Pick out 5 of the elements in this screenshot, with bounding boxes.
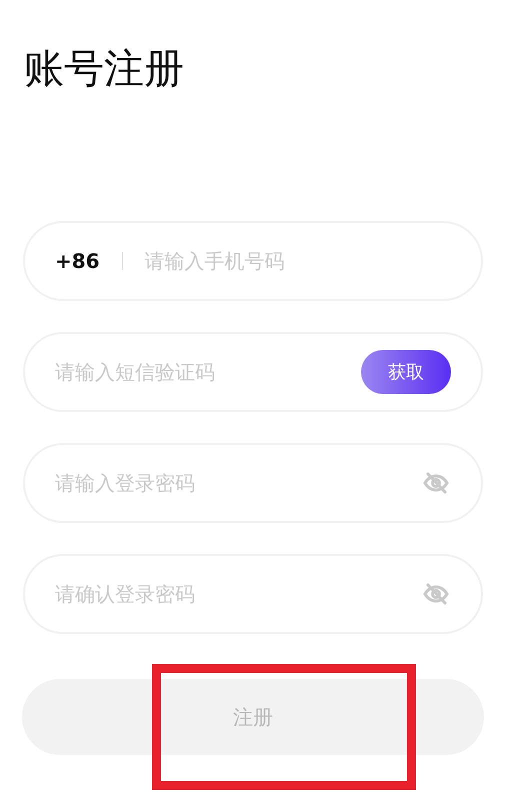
eye-off-icon[interactable] (423, 472, 449, 494)
eye-off-icon[interactable] (423, 583, 449, 605)
country-code[interactable]: +86 (55, 249, 100, 273)
page-title: 账号注册 (23, 45, 185, 94)
get-code-button[interactable]: 获取 (361, 350, 451, 394)
